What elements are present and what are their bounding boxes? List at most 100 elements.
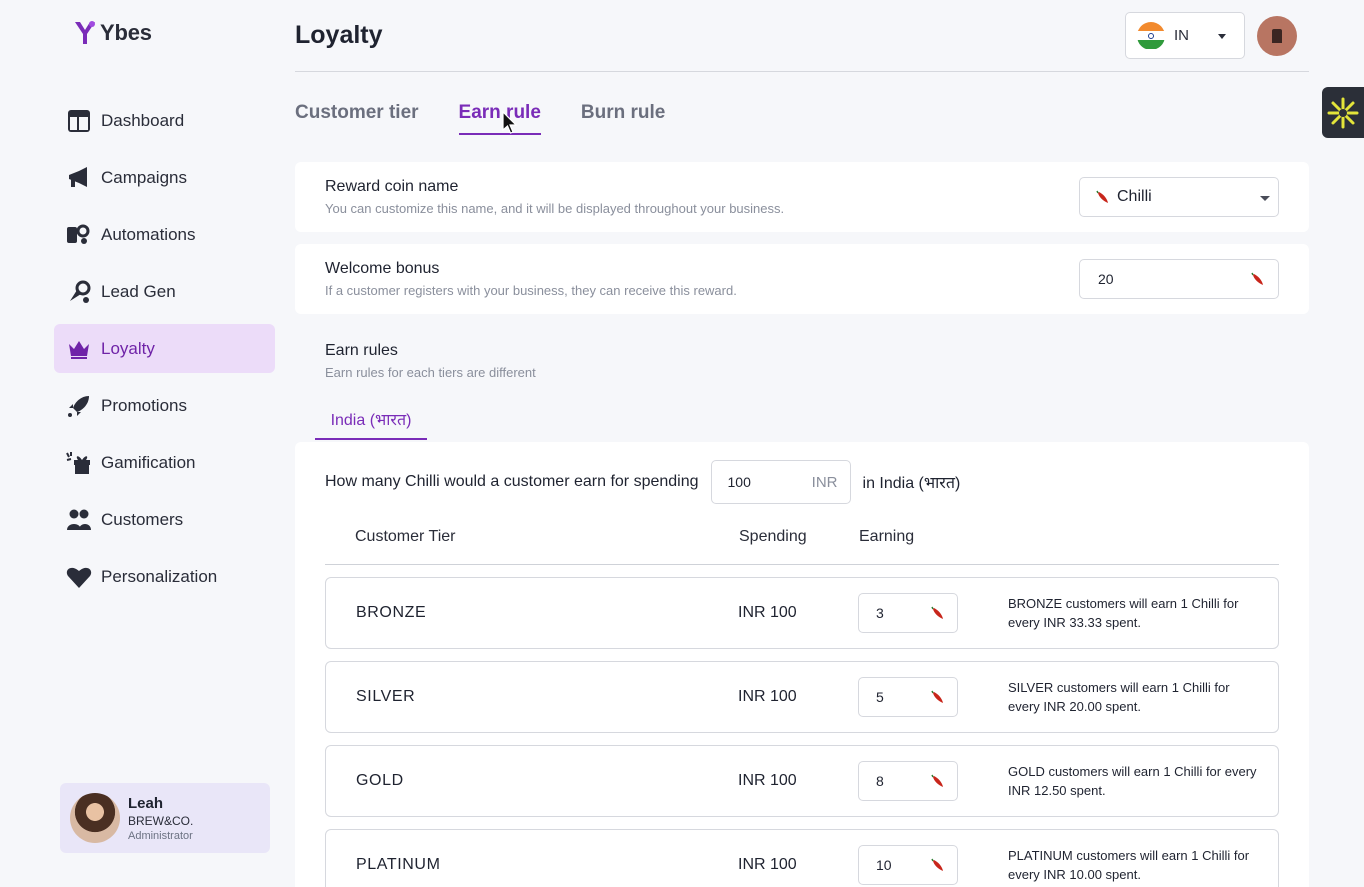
column-header-earning: Earning bbox=[859, 528, 915, 545]
crown-icon bbox=[66, 336, 92, 362]
table-header: Customer Tier Spending Earning bbox=[325, 522, 1279, 565]
earning-value: 3 bbox=[876, 605, 884, 621]
brand-name: Ybes bbox=[100, 20, 152, 45]
tier-name: SILVER bbox=[356, 688, 416, 705]
sidebar-item-label: Loyalty bbox=[101, 338, 155, 358]
avatar bbox=[70, 793, 120, 843]
sidebar-item-gamification[interactable]: Gamification bbox=[54, 438, 275, 487]
tab-region-india[interactable]: India (भारत) bbox=[315, 406, 427, 440]
chili-icon bbox=[931, 858, 943, 871]
sidebar-item-lead-gen[interactable]: Lead Gen bbox=[54, 267, 275, 316]
tier-spending: INR 100 bbox=[738, 856, 797, 873]
chili-icon bbox=[1251, 272, 1263, 285]
country-code: IN bbox=[1174, 27, 1189, 44]
chevron-down-icon bbox=[1260, 196, 1270, 201]
tier-earning-note: SILVER customers will earn 1 Chilli for … bbox=[1008, 680, 1230, 714]
sidebar-item-automations[interactable]: Automations bbox=[54, 210, 275, 259]
sidebar-item-promotions[interactable]: Promotions bbox=[54, 381, 275, 430]
reward-coin-card: Reward coin name You can customize this … bbox=[295, 162, 1309, 232]
earning-input[interactable]: 5 bbox=[858, 677, 958, 717]
tab-earn-rule[interactable]: Earn rule bbox=[458, 102, 542, 135]
tab-burn-rule[interactable]: Burn rule bbox=[581, 102, 665, 135]
sidebar-nav: Dashboard Campaigns Automations Lead Gen… bbox=[54, 96, 275, 609]
welcome-bonus-card: Welcome bonus If a customer registers wi… bbox=[295, 244, 1309, 314]
welcome-bonus-title: Welcome bonus bbox=[325, 260, 440, 277]
loyalty-tabs: Customer tier Earn rule Burn rule bbox=[295, 102, 665, 135]
spend-amount-value: 100 bbox=[727, 474, 751, 490]
tier-name: PLATINUM bbox=[356, 856, 441, 873]
sidebar-item-loyalty[interactable]: Loyalty bbox=[54, 324, 275, 373]
earning-value: 5 bbox=[876, 689, 884, 705]
ybes-logo-icon bbox=[75, 21, 95, 44]
sidebar-item-label: Gamification bbox=[101, 452, 196, 472]
brand-logo[interactable]: Ybes bbox=[74, 20, 152, 46]
magnet-icon bbox=[66, 279, 92, 305]
tier-earning-note: PLATINUM customers will earn 1 Chilli fo… bbox=[1008, 848, 1250, 882]
header-divider bbox=[295, 71, 1309, 72]
welcome-bonus-value: 20 bbox=[1098, 271, 1114, 287]
welcome-bonus-description: If a customer registers with your busine… bbox=[325, 283, 737, 298]
user-profile-card[interactable]: Leah BREW&CO. Administrator bbox=[60, 783, 270, 853]
earn-rules-description: Earn rules for each tiers are different bbox=[325, 365, 536, 380]
sidebar-item-campaigns[interactable]: Campaigns bbox=[54, 153, 275, 202]
india-flag-icon bbox=[1137, 21, 1165, 50]
reward-coin-value: Chilli bbox=[1117, 188, 1152, 205]
reward-coin-select[interactable]: Chilli bbox=[1079, 177, 1279, 217]
tier-name: BRONZE bbox=[356, 604, 427, 621]
tier-name: GOLD bbox=[356, 772, 404, 789]
sidebar-item-dashboard[interactable]: Dashboard bbox=[54, 96, 275, 145]
sidebar-item-label: Customers bbox=[101, 509, 184, 529]
mouse-cursor-icon bbox=[502, 111, 518, 134]
sidebar-item-label: Personalization bbox=[101, 566, 218, 586]
user-name: Leah bbox=[128, 794, 164, 812]
heart-icon bbox=[66, 564, 92, 590]
table-row: BRONZE INR 100 3 BRONZE customers will e… bbox=[325, 577, 1279, 649]
tier-spending: INR 100 bbox=[738, 688, 797, 705]
earn-rules-panel: How many Chilli would a customer earn fo… bbox=[295, 442, 1309, 887]
sparkle-icon bbox=[1327, 97, 1359, 128]
earn-rules-title: Earn rules bbox=[325, 342, 398, 359]
page-title: Loyalty bbox=[295, 21, 383, 49]
sidebar-item-label: Dashboard bbox=[101, 110, 185, 130]
country-select[interactable]: IN bbox=[1125, 12, 1245, 59]
user-org: BREW&CO. bbox=[128, 813, 194, 828]
store-avatar[interactable] bbox=[1257, 16, 1297, 56]
sidebar-item-label: Automations bbox=[101, 224, 196, 244]
gift-icon bbox=[66, 450, 92, 476]
table-row: PLATINUM INR 100 10 PLATINUM customers w… bbox=[325, 829, 1279, 887]
sidebar-item-label: Lead Gen bbox=[101, 281, 176, 301]
chili-icon bbox=[931, 774, 943, 787]
tier-spending: INR 100 bbox=[738, 604, 797, 621]
chili-icon bbox=[1096, 190, 1108, 203]
table-row: GOLD INR 100 8 GOLD customers will earn … bbox=[325, 745, 1279, 817]
users-icon bbox=[66, 507, 92, 533]
tier-earning-note: BRONZE customers will earn 1 Chilli for … bbox=[1008, 596, 1239, 630]
earning-input[interactable]: 3 bbox=[858, 593, 958, 633]
earning-input[interactable]: 10 bbox=[858, 845, 958, 885]
earning-value: 8 bbox=[876, 773, 884, 789]
chevron-down-icon bbox=[1218, 34, 1226, 39]
earning-input[interactable]: 8 bbox=[858, 761, 958, 801]
tier-spending: INR 100 bbox=[738, 772, 797, 789]
rocket-icon bbox=[66, 393, 92, 419]
sidebar-item-label: Campaigns bbox=[101, 167, 187, 187]
spend-unit: INR bbox=[811, 473, 838, 491]
spend-question-prefix: How many Chilli would a customer earn fo… bbox=[325, 473, 699, 490]
column-header-spending: Spending bbox=[739, 528, 807, 545]
spend-amount-input[interactable]: 100 INR bbox=[710, 460, 851, 504]
floating-widget-button[interactable] bbox=[1322, 87, 1364, 138]
chili-icon bbox=[931, 690, 943, 703]
sidebar: Ybes Dashboard Campaigns Automations Lea… bbox=[0, 0, 295, 887]
megaphone-icon bbox=[66, 165, 92, 191]
tab-customer-tier[interactable]: Customer tier bbox=[295, 102, 419, 135]
automation-icon bbox=[66, 222, 92, 248]
sidebar-item-customers[interactable]: Customers bbox=[54, 495, 275, 544]
reward-coin-description: You can customize this name, and it will… bbox=[325, 201, 785, 216]
chili-icon bbox=[931, 606, 943, 619]
table-row: SILVER INR 100 5 SILVER customers will e… bbox=[325, 661, 1279, 733]
reward-coin-title: Reward coin name bbox=[325, 178, 459, 195]
tier-earning-note: GOLD customers will earn 1 Chilli for ev… bbox=[1008, 764, 1257, 798]
welcome-bonus-input[interactable]: 20 bbox=[1079, 259, 1279, 299]
sidebar-item-personalization[interactable]: Personalization bbox=[54, 552, 275, 601]
dashboard-icon bbox=[66, 108, 92, 134]
